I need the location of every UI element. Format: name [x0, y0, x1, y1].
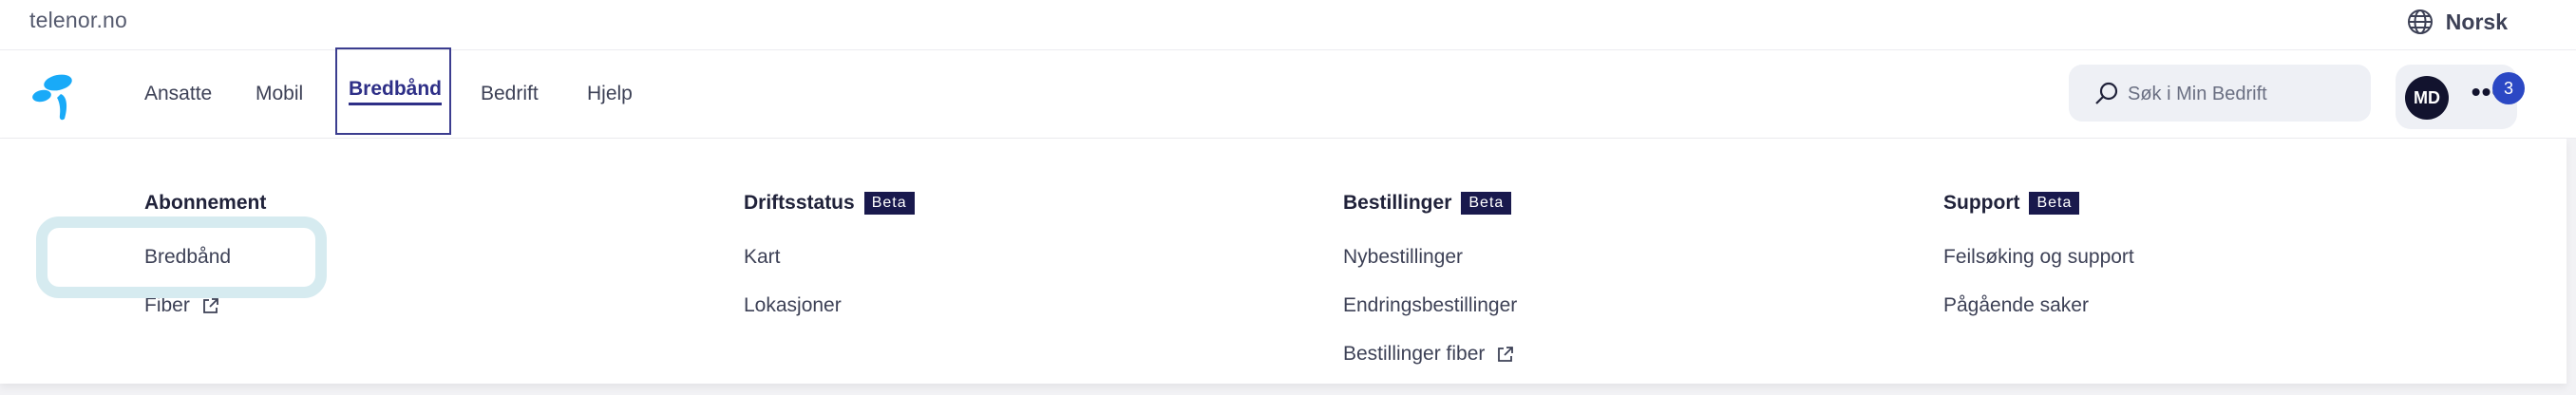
- user-menu[interactable]: MD ••• 3: [2396, 65, 2525, 129]
- column-title: Driftsstatus Beta: [744, 192, 915, 215]
- avatar[interactable]: MD: [2405, 76, 2449, 120]
- top-utility-bar: telenor.no Norsk: [0, 0, 2576, 50]
- beta-badge: Beta: [863, 192, 915, 215]
- column-title-text: Abonnement: [144, 192, 267, 214]
- menu-link-label: Nybestillinger: [1343, 246, 1464, 268]
- beta-badge: Beta: [1461, 192, 1512, 215]
- menu-link-label: Pågående saker: [1943, 294, 2089, 316]
- nav-item-ansatte[interactable]: Ansatte: [144, 50, 212, 138]
- menu-link-label: Endringsbestillinger: [1343, 294, 1518, 316]
- external-link-icon: [1498, 347, 1514, 362]
- nav-item-bredband[interactable]: Bredbånd: [335, 47, 451, 135]
- globe-icon: [2407, 9, 2433, 34]
- main-nav: Ansatte Mobil Bredbånd Bedrift Hjelp MD …: [0, 47, 2576, 139]
- telenor-logo[interactable]: [28, 67, 87, 122]
- nav-item-mobil[interactable]: Mobil: [256, 50, 303, 138]
- page: telenor.no Norsk Ansatte Mobil Bredbånd: [0, 0, 2576, 395]
- language-label: Norsk: [2445, 9, 2508, 34]
- beta-badge: Beta: [2029, 192, 2080, 215]
- search-icon: [2095, 82, 2118, 104]
- column-title-text: Support: [1943, 192, 2020, 214]
- external-link-icon: [202, 298, 218, 313]
- menu-link-feilsoking-og-support[interactable]: Feilsøking og support: [1943, 246, 2134, 269]
- menu-link-endringsbestillinger[interactable]: Endringsbestillinger: [1343, 294, 1517, 317]
- nav-item-hjelp[interactable]: Hjelp: [587, 50, 633, 138]
- menu-link-pagaende-saker[interactable]: Pågående saker: [1943, 294, 2089, 317]
- nav-item-label: Ansatte: [144, 83, 213, 104]
- nav-item-label: Hjelp: [587, 83, 633, 104]
- column-title-text: Driftsstatus: [744, 192, 855, 214]
- menu-link-bestillinger-fiber[interactable]: Bestillinger fiber: [1343, 343, 1515, 366]
- nav-item-label: Bredbånd: [349, 78, 443, 105]
- notification-badge: 3: [2492, 72, 2525, 104]
- menu-link-lokasjoner[interactable]: Lokasjoner: [744, 294, 842, 317]
- menu-link-label: Bestillinger fiber: [1343, 343, 1486, 365]
- column-title-text: Bestillinger: [1343, 192, 1452, 214]
- menu-link-kart[interactable]: Kart: [744, 246, 781, 269]
- menu-link-label: Lokasjoner: [744, 294, 842, 316]
- menu-link-nybestillinger[interactable]: Nybestillinger: [1343, 246, 1463, 269]
- mega-menu: Abonnement Bredbånd Fiber Driftsstatus B…: [0, 139, 2567, 384]
- menu-link-label: Feilsøking og support: [1943, 246, 2134, 268]
- site-link[interactable]: telenor.no: [29, 8, 127, 33]
- language-selector[interactable]: Norsk: [2406, 8, 2508, 36]
- nav-item-label: Mobil: [256, 83, 304, 104]
- search-box: [2069, 65, 2371, 123]
- nav-item-label: Bedrift: [481, 83, 539, 104]
- nav-item-bedrift[interactable]: Bedrift: [481, 50, 539, 138]
- column-title: Support Beta: [1943, 192, 2080, 215]
- column-title: Abonnement: [144, 192, 266, 215]
- focus-highlight: [36, 216, 327, 298]
- search-input[interactable]: [2126, 65, 2358, 123]
- menu-link-label: Kart: [744, 246, 781, 268]
- column-title: Bestillinger Beta: [1343, 192, 1512, 215]
